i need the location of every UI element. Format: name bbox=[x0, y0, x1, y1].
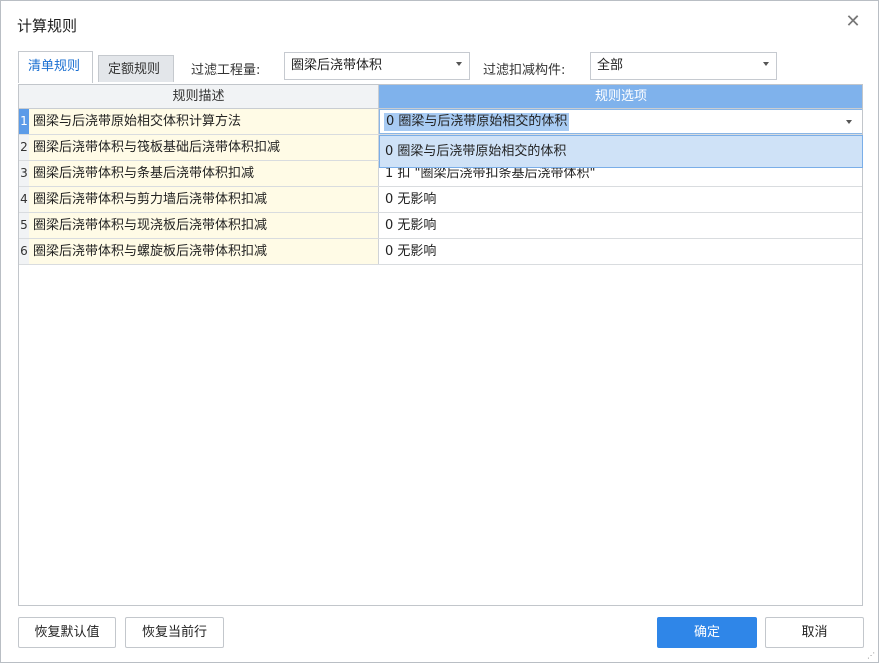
rule-description: 圈梁与后浇带原始相交体积计算方法 bbox=[29, 109, 379, 134]
column-header-description[interactable]: 规则描述 bbox=[19, 85, 379, 109]
rule-option[interactable]: 0 无影响 bbox=[379, 187, 862, 212]
resize-grip-icon[interactable]: ⋰ bbox=[867, 651, 875, 660]
table-row[interactable]: 1 圈梁与后浇带原始相交体积计算方法 0 圈梁与后浇带原始相交的体积 bbox=[19, 109, 862, 135]
ok-button[interactable]: 确定 bbox=[657, 617, 757, 648]
rule-description: 圈梁后浇带体积与螺旋板后浇带体积扣减 bbox=[29, 239, 379, 264]
rule-option-value: 0 圈梁与后浇带原始相交的体积 bbox=[384, 113, 570, 131]
rule-description: 圈梁后浇带体积与剪力墙后浇带体积扣减 bbox=[29, 187, 379, 212]
dropdown-option[interactable]: 0 圈梁与后浇带原始相交的体积 bbox=[385, 136, 566, 167]
rule-description: 圈梁后浇带体积与条基后浇带体积扣减 bbox=[29, 161, 379, 186]
tab-bill-rules[interactable]: 清单规则 bbox=[18, 51, 93, 83]
rule-option-combo[interactable]: 0 圈梁与后浇带原始相交的体积 bbox=[379, 109, 862, 134]
close-icon[interactable]: ✕ bbox=[842, 11, 864, 33]
filter-quantity-value: 圈梁后浇带体积 bbox=[291, 58, 383, 73]
rule-option[interactable]: 0 无影响 bbox=[379, 213, 862, 238]
filter-component-label: 过滤扣减构件: bbox=[483, 63, 566, 78]
filter-component-select[interactable]: 全部 bbox=[590, 52, 777, 80]
table-row[interactable]: 4 圈梁后浇带体积与剪力墙后浇带体积扣减 0 无影响 bbox=[19, 187, 862, 213]
filter-component-value: 全部 bbox=[597, 58, 624, 73]
cancel-button[interactable]: 取消 bbox=[765, 617, 864, 648]
rule-option-dropdown: 0 圈梁与后浇带原始相交的体积 bbox=[379, 135, 863, 168]
filter-quantity-label: 过滤工程量: bbox=[191, 63, 261, 78]
chevron-down-icon bbox=[456, 62, 462, 66]
chevron-down-icon bbox=[763, 62, 769, 66]
rule-description: 圈梁后浇带体积与现浇板后浇带体积扣减 bbox=[29, 213, 379, 238]
restore-current-row-button[interactable]: 恢复当前行 bbox=[125, 617, 224, 648]
table-row[interactable]: 6 圈梁后浇带体积与螺旋板后浇带体积扣减 0 无影响 bbox=[19, 239, 862, 265]
table-row[interactable]: 5 圈梁后浇带体积与现浇板后浇带体积扣减 0 无影响 bbox=[19, 213, 862, 239]
calc-rules-dialog: 计算规则 ✕ 清单规则 定额规则 过滤工程量: 圈梁后浇带体积 过滤扣减构件: … bbox=[0, 0, 879, 663]
chevron-down-icon[interactable] bbox=[846, 120, 852, 124]
restore-default-button[interactable]: 恢复默认值 bbox=[18, 617, 116, 648]
rule-option[interactable]: 0 无影响 bbox=[379, 239, 862, 264]
dialog-title: 计算规则 bbox=[17, 17, 78, 35]
tab-quota-rules[interactable]: 定额规则 bbox=[98, 55, 174, 82]
column-header-option[interactable]: 规则选项 bbox=[379, 85, 862, 109]
rule-description: 圈梁后浇带体积与筏板基础后浇带体积扣减 bbox=[29, 135, 379, 160]
filter-quantity-select[interactable]: 圈梁后浇带体积 bbox=[284, 52, 470, 80]
